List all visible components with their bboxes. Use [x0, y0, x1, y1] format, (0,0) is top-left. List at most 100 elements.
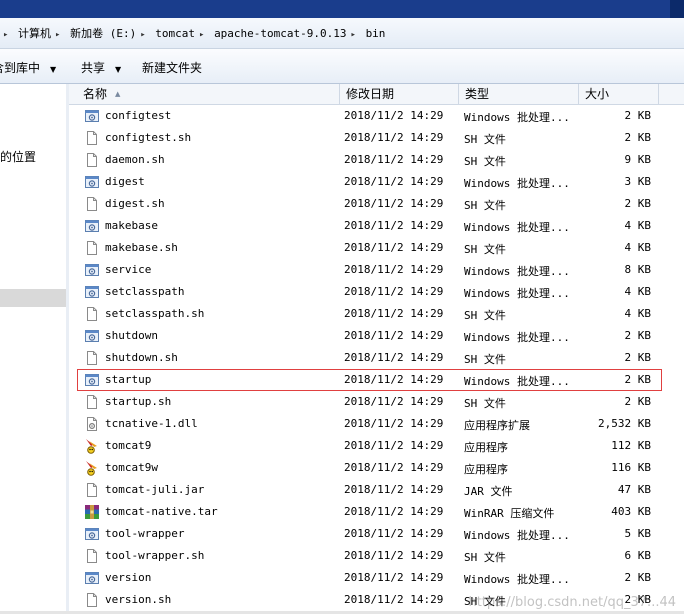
file-name: makebase: [105, 219, 158, 232]
file-name: setclasspath: [105, 285, 185, 298]
file-size: 9 KB: [624, 153, 652, 166]
file-date-modified: 2018/11/2 14:29: [344, 373, 444, 386]
file-row[interactable]: tcnative-1.dll 2018/11/2 14:29 应用程序扩展 2,532…: [69, 413, 684, 435]
file-type: SH 文件: [464, 353, 506, 366]
generic-file-icon: [84, 130, 100, 146]
file-size: 2,532 KB: [598, 417, 651, 430]
file-list[interactable]: 名称 ▲ 修改日期 类型 大小 configtest 2018/11/2 14:29…: [69, 84, 684, 614]
file-name: tomcat-juli.jar: [105, 483, 205, 496]
tomcat-app-icon: [84, 438, 100, 454]
file-name: configtest: [105, 109, 172, 122]
generic-file-icon: [84, 152, 100, 168]
generic-file-icon: [84, 482, 100, 498]
address-bar[interactable]: ▸ 计算机 ▸ 新加卷 (E:) ▸ tomcat ▸ apache-tomcat-9…: [0, 18, 684, 49]
file-row[interactable]: version 2018/11/2 14:29 Windows 批处理... 2 KB: [69, 567, 684, 589]
chevron-right-icon[interactable]: ▸: [199, 30, 204, 40]
file-row[interactable]: startup.sh 2018/11/2 14:29 SH 文件 2 KB: [69, 391, 684, 413]
file-row[interactable]: shutdown.sh 2018/11/2 14:29 SH 文件 2 KB: [69, 347, 684, 369]
share-button[interactable]: 共享 ▼: [81, 59, 121, 76]
file-name: startup.sh: [105, 395, 172, 408]
file-name: version.sh: [105, 593, 172, 606]
new-folder-button[interactable]: 新建文件夹: [142, 59, 202, 76]
file-row[interactable]: tool-wrapper.sh 2018/11/2 14:29 SH 文件 6 KB: [69, 545, 684, 567]
sort-ascending-icon: ▲: [115, 90, 121, 98]
navigation-pane[interactable]: 问的位置: [0, 84, 67, 614]
file-row[interactable]: digest 2018/11/2 14:29 Windows 批处理... 3 KB: [69, 171, 684, 193]
file-date-modified: 2018/11/2 14:29: [344, 461, 444, 474]
include-in-library-label: 含到库中: [0, 61, 41, 75]
file-size: 116 KB: [611, 461, 651, 474]
chevron-right-icon[interactable]: ▸: [3, 30, 8, 40]
batch-file-icon: [84, 284, 100, 300]
file-row[interactable]: tool-wrapper 2018/11/2 14:29 Windows 批处理..…: [69, 523, 684, 545]
nav-selected-item[interactable]: [0, 289, 66, 307]
file-row[interactable]: configtest.sh 2018/11/2 14:29 SH 文件 2 KB: [69, 127, 684, 149]
nav-item-recent-places[interactable]: 问的位置: [0, 148, 36, 165]
column-size-header[interactable]: 大小: [579, 84, 659, 104]
batch-file-icon: [84, 372, 100, 388]
generic-file-icon: [84, 196, 100, 212]
file-row[interactable]: tomcat9w 2018/11/2 14:29 应用程序 116 KB: [69, 457, 684, 479]
file-type: 应用程序扩展: [464, 419, 530, 432]
file-type: Windows 批处理...: [464, 573, 570, 586]
generic-file-icon: [84, 592, 100, 608]
file-name: configtest.sh: [105, 131, 192, 144]
file-date-modified: 2018/11/2 14:29: [344, 241, 444, 254]
column-type-header[interactable]: 类型: [459, 84, 579, 104]
dll-file-icon: [84, 416, 100, 432]
file-row[interactable]: makebase.sh 2018/11/2 14:29 SH 文件 4 KB: [69, 237, 684, 259]
command-toolbar: 含到库中 ▼ 共享 ▼ 新建文件夹: [0, 49, 684, 84]
breadcrumb-bin[interactable]: bin: [366, 27, 386, 40]
batch-file-icon: [84, 526, 100, 542]
file-row[interactable]: digest.sh 2018/11/2 14:29 SH 文件 2 KB: [69, 193, 684, 215]
dropdown-arrow-icon: ▼: [115, 65, 122, 74]
highlighted-file-row[interactable]: startup 2018/11/2 14:29 Windows 批处理... 2 KB: [77, 369, 662, 391]
column-name-header[interactable]: 名称 ▲: [77, 84, 340, 104]
chevron-right-icon[interactable]: ▸: [351, 30, 356, 40]
file-type: Windows 批处理...: [464, 177, 570, 190]
file-date-modified: 2018/11/2 14:29: [344, 153, 444, 166]
file-type: Windows 批处理...: [464, 331, 570, 344]
file-type: SH 文件: [464, 309, 506, 322]
file-size: 403 KB: [611, 505, 651, 518]
file-name: setclasspath.sh: [105, 307, 205, 320]
include-in-library-button[interactable]: 含到库中 ▼: [0, 59, 56, 76]
breadcrumb-apache-tomcat[interactable]: apache-tomcat-9.0.13: [214, 27, 346, 40]
column-type-label: 类型: [465, 87, 490, 101]
file-size: 6 KB: [624, 549, 652, 562]
file-date-modified: 2018/11/2 14:29: [344, 131, 444, 144]
new-folder-label: 新建文件夹: [142, 61, 203, 75]
file-name: makebase.sh: [105, 241, 178, 254]
file-date-modified: 2018/11/2 14:29: [344, 483, 444, 496]
breadcrumb-tomcat[interactable]: tomcat: [155, 27, 195, 40]
file-name: tcnative-1.dll: [105, 417, 198, 430]
file-row[interactable]: setclasspath 2018/11/2 14:29 Windows 批处理..…: [69, 281, 684, 303]
generic-file-icon: [84, 394, 100, 410]
breadcrumb-drive[interactable]: 新加卷 (E:): [70, 27, 136, 40]
file-name: service: [105, 263, 152, 276]
breadcrumb-computer[interactable]: 计算机: [18, 27, 51, 40]
file-row[interactable]: tomcat9 2018/11/2 14:29 应用程序 112 KB: [69, 435, 684, 457]
file-size: 2 KB: [624, 131, 652, 144]
file-row[interactable]: makebase 2018/11/2 14:29 Windows 批处理... 4 K…: [69, 215, 684, 237]
file-row[interactable]: tomcat-native.tar 2018/11/2 14:29 WinRAR 压…: [69, 501, 684, 523]
file-date-modified: 2018/11/2 14:29: [344, 549, 444, 562]
file-date-modified: 2018/11/2 14:29: [344, 307, 444, 320]
batch-file-icon: [84, 108, 100, 124]
file-type: JAR 文件: [464, 485, 513, 498]
chevron-right-icon[interactable]: ▸: [55, 30, 60, 40]
file-row[interactable]: setclasspath.sh 2018/11/2 14:29 SH 文件 4 KB: [69, 303, 684, 325]
file-size: 47 KB: [617, 483, 651, 496]
file-size: 3 KB: [624, 175, 652, 188]
file-row[interactable]: shutdown 2018/11/2 14:29 Windows 批处理... 2 K…: [69, 325, 684, 347]
file-row[interactable]: service 2018/11/2 14:29 Windows 批处理... 8 KB: [69, 259, 684, 281]
file-type: Windows 批处理...: [464, 221, 570, 234]
file-name: shutdown: [105, 329, 158, 342]
file-row[interactable]: daemon.sh 2018/11/2 14:29 SH 文件 9 KB: [69, 149, 684, 171]
chevron-right-icon[interactable]: ▸: [140, 30, 145, 40]
file-row[interactable]: configtest 2018/11/2 14:29 Windows 批处理... 2…: [69, 105, 684, 127]
window-title-bar: [0, 0, 684, 18]
generic-file-icon: [84, 306, 100, 322]
column-date-header[interactable]: 修改日期: [340, 84, 459, 104]
file-row[interactable]: tomcat-juli.jar 2018/11/2 14:29 JAR 文件 47 K…: [69, 479, 684, 501]
